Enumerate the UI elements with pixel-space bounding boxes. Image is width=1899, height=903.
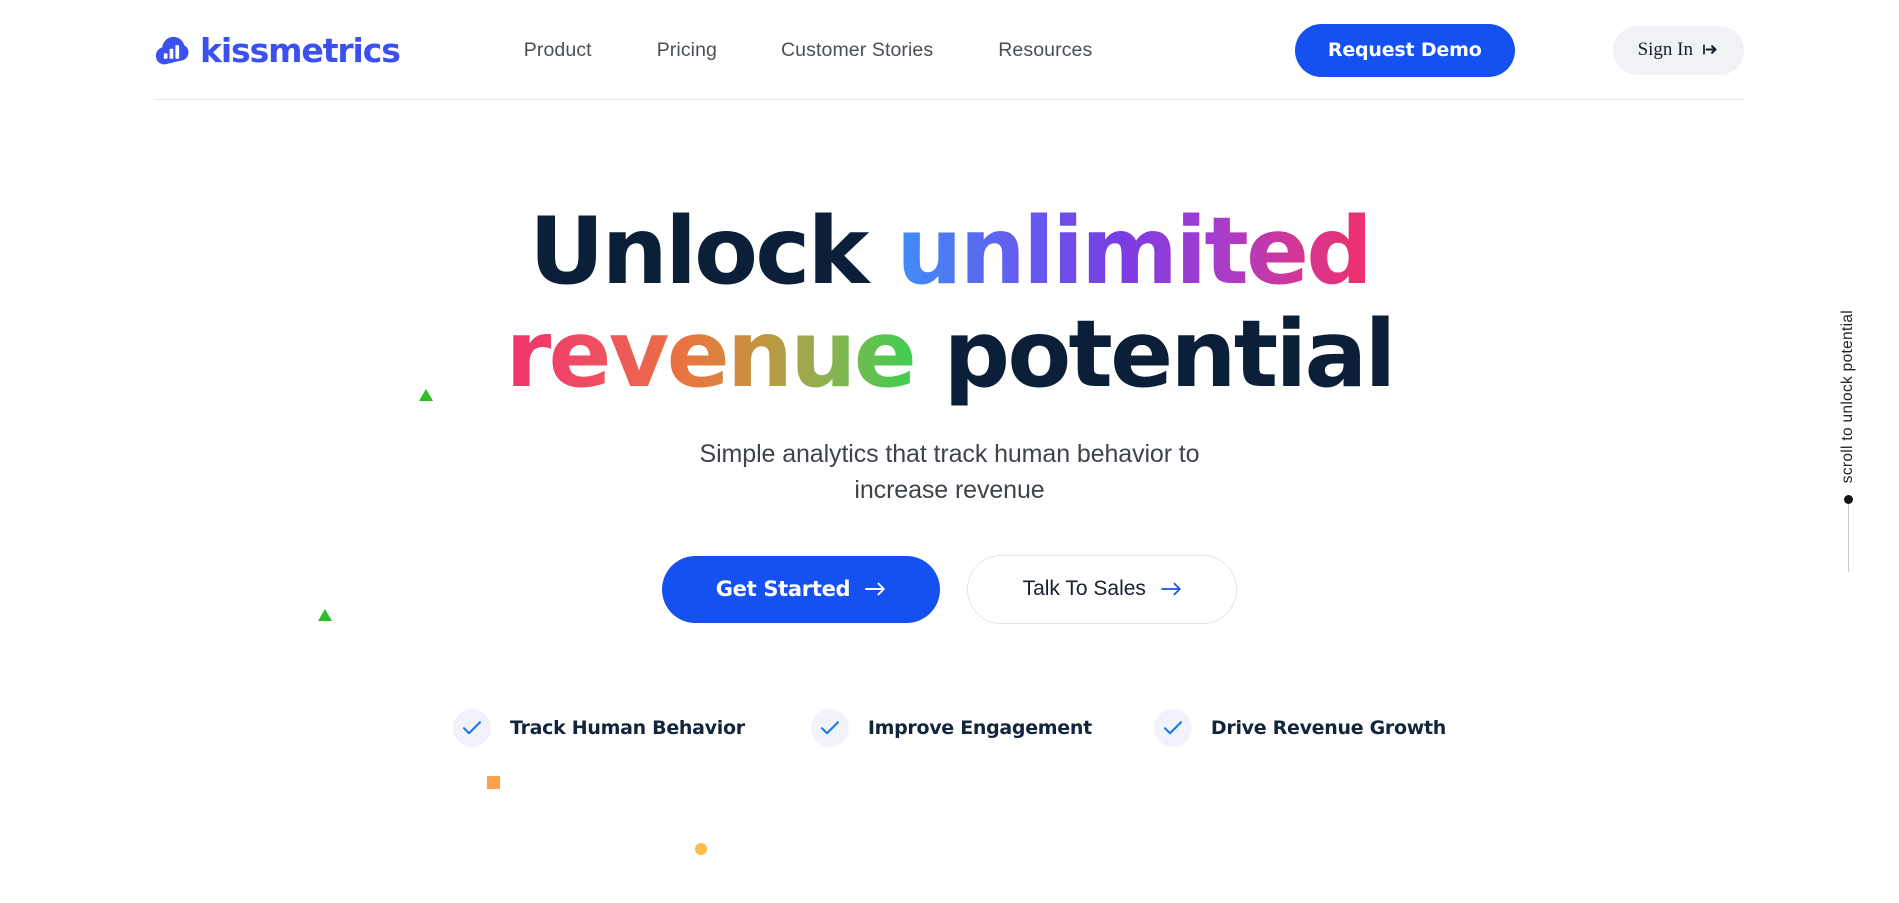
sign-in-button[interactable]: Sign In	[1612, 25, 1744, 75]
feature-item-track-human-behavior: Track Human Behavior	[453, 709, 745, 747]
feature-item-drive-revenue-growth: Drive Revenue Growth	[1153, 709, 1446, 747]
get-started-label: Get Started	[715, 577, 851, 601]
nav-item-product[interactable]: Product	[524, 39, 592, 62]
scroll-indicator-line	[1847, 504, 1849, 573]
feature-list: Track Human Behavior Improve Engagement …	[0, 709, 1899, 747]
headline-plain-unlock: Unlock	[528, 197, 897, 305]
hero-section: Unlock unlimited revenue potential Simpl…	[0, 100, 1899, 855]
page-title: Unlock unlimited revenue potential	[0, 205, 1899, 401]
feature-item-improve-engagement: Improve Engagement	[810, 709, 1092, 747]
talk-to-sales-button[interactable]: Talk To Sales	[967, 555, 1238, 624]
arrow-right-icon	[865, 581, 886, 597]
scroll-indicator-dot	[1843, 495, 1853, 505]
brand-name: kissmetrics	[200, 30, 401, 70]
header-actions: Request Demo Sign In	[1294, 23, 1744, 77]
cta-button-group: Get Started Talk To Sales	[0, 555, 1899, 624]
main-navigation: Product Pricing Customer Stories Resourc…	[524, 39, 1093, 62]
get-started-button[interactable]: Get Started	[661, 556, 941, 623]
sign-in-label: Sign In	[1637, 38, 1693, 60]
hero-subheading: Simple analytics that track human behavi…	[0, 437, 1899, 508]
check-icon	[1153, 709, 1192, 747]
login-arrow-icon	[1702, 41, 1719, 58]
site-header: kissmetrics Product Pricing Customer Sto…	[0, 0, 1899, 100]
headline-gradient-revenue: revenue	[505, 300, 916, 408]
feature-label: Improve Engagement	[867, 717, 1092, 739]
nav-item-resources[interactable]: Resources	[998, 39, 1092, 62]
decoration-dot	[695, 843, 707, 855]
nav-item-pricing[interactable]: Pricing	[657, 39, 717, 62]
subheading-line-2: increase revenue	[854, 475, 1045, 504]
nav-item-customer-stories[interactable]: Customer Stories	[781, 39, 933, 62]
check-icon	[810, 709, 849, 747]
brand-logo[interactable]: kissmetrics	[155, 30, 401, 70]
cloud-bar-chart-icon	[155, 33, 189, 67]
check-icon	[453, 709, 491, 747]
arrow-right-icon	[1161, 581, 1182, 597]
feature-label: Track Human Behavior	[510, 717, 745, 739]
scroll-indicator-label: scroll to unlock potential	[1839, 310, 1856, 484]
headline-gradient-unlimited: unlimited	[896, 197, 1373, 305]
scroll-indicator[interactable]: scroll to unlock potential	[1839, 310, 1857, 573]
feature-label: Drive Revenue Growth	[1210, 717, 1446, 739]
headline-plain-potential: potential	[913, 300, 1397, 408]
subheading-line-1: Simple analytics that track human behavi…	[699, 440, 1200, 468]
decoration-square	[487, 776, 500, 789]
talk-to-sales-label: Talk To Sales	[1022, 577, 1146, 600]
request-demo-button[interactable]: Request Demo	[1294, 23, 1515, 77]
